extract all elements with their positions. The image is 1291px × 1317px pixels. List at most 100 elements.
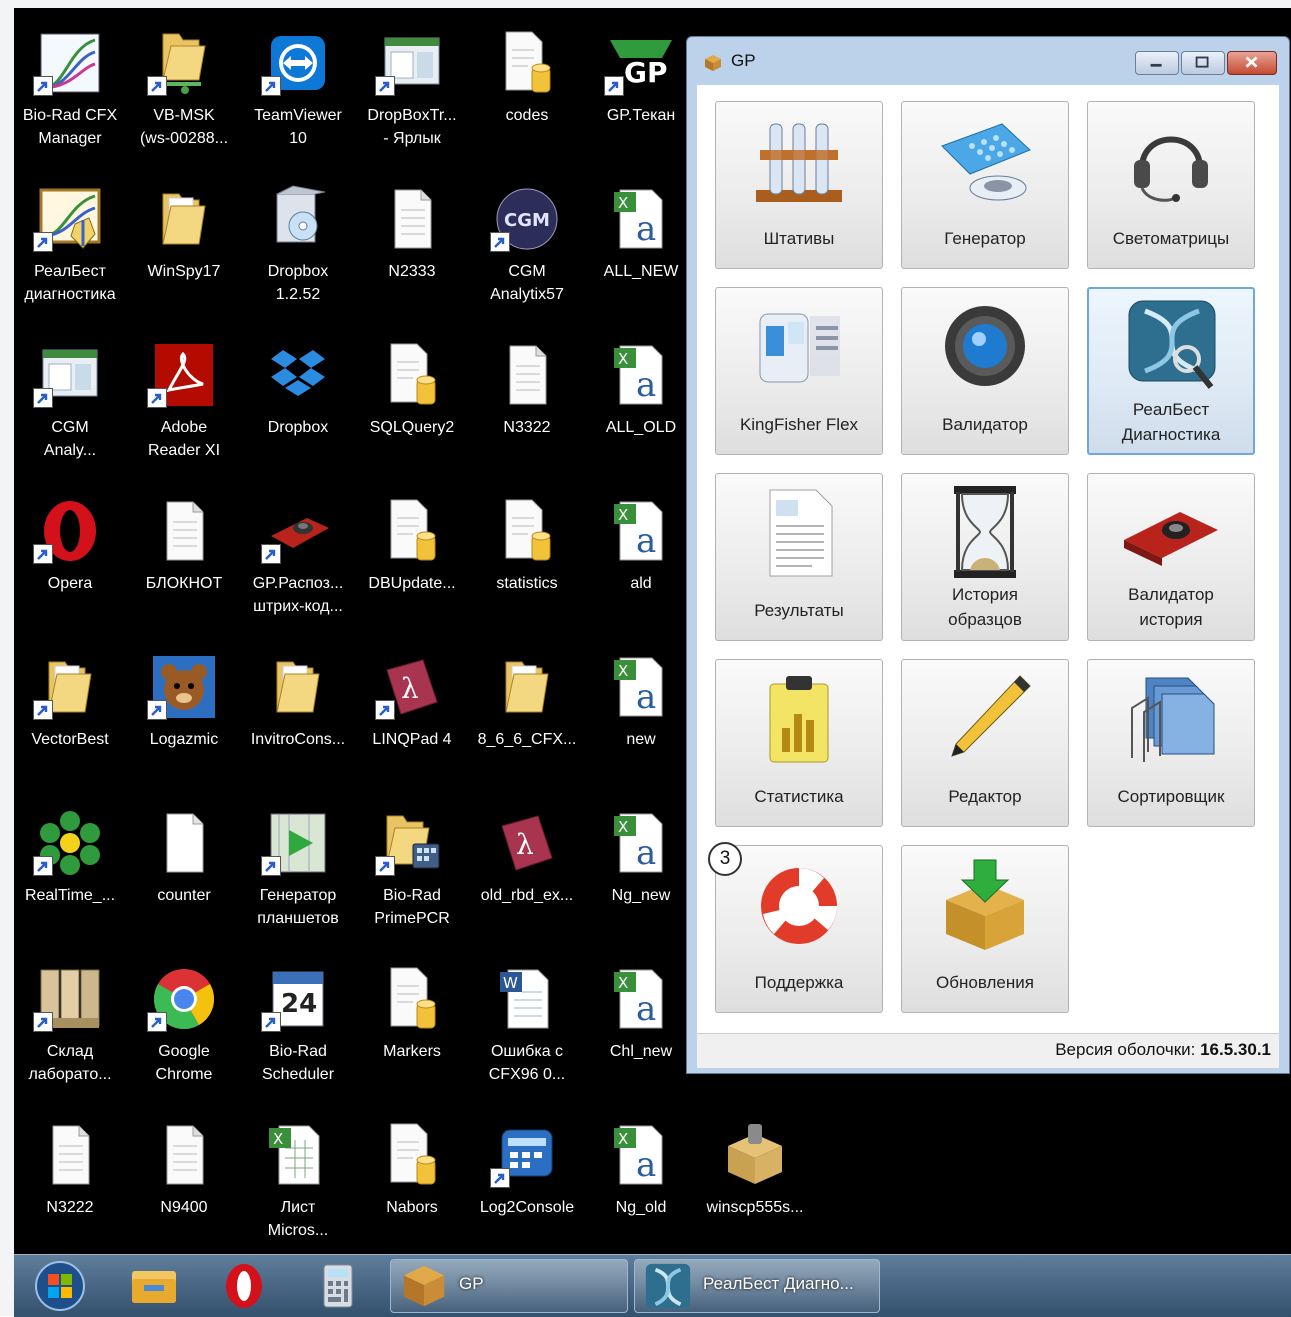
desktop-icon[interactable]: Opera [14,484,127,634]
gp-tile[interactable]: Светоматрицы [1087,101,1255,269]
desktop-icon[interactable]: λ old_rbd_ex... [470,796,584,946]
gp-tile[interactable]: Валидатор [901,287,1069,455]
database-file-icon [377,340,447,410]
desktop-icon[interactable]: SQLQuery2 [355,328,469,478]
desktop-icon[interactable]: WinSpy17 [127,172,241,322]
desktop-icon[interactable]: Xa ald [584,484,698,634]
desktop-icon-label: Nabors [386,1199,438,1216]
desktop-icon[interactable]: N2333 [355,172,469,322]
desktop-icon[interactable]: Google Chrome [127,952,241,1102]
desktop-icon[interactable]: λ LINQPad 4 [355,640,469,790]
database-file-icon [377,1120,447,1190]
taskbar-opera-button[interactable] [212,1259,276,1313]
desktop-icon[interactable]: counter [127,796,241,946]
desktop-icon[interactable]: N9400 [127,1108,241,1254]
gp-tile[interactable]: РеалБест Диагностика [1087,287,1255,455]
desktop-icon[interactable]: VectorBest [14,640,127,790]
gp-titlebar[interactable]: GP [687,37,1289,85]
taskbar-calculator-button[interactable] [306,1259,370,1313]
taskbar-task-gp[interactable]: GP [390,1259,628,1313]
desktop-icon[interactable]: Генератор планшетов [241,796,355,946]
folder-icon [149,184,219,254]
shortcut-arrow-icon [375,700,395,720]
desktop-icon[interactable]: CGM CGM Analytix57 [470,172,584,322]
maximize-button[interactable] [1181,51,1225,75]
gp-tile[interactable]: Редактор [901,659,1069,827]
gp-tile[interactable]: Обновления [901,845,1069,1013]
desktop-icon-label: InvitroCons... [250,731,346,748]
desktop-icon[interactable]: TeamViewer 10 [241,16,355,166]
gp-tile[interactable]: Статистика [715,659,883,827]
desktop-icon[interactable]: statistics [470,484,584,634]
desktop-icon[interactable]: VB-MSK (ws-00288... [127,16,241,166]
svg-text:a: a [636,365,656,405]
gp-tile-label: Светоматрицы [1112,229,1230,248]
shortcut-arrow-icon [147,76,167,96]
svg-text:W: W [503,974,518,992]
desktop-icon[interactable]: Xa ALL_NEW [584,172,698,322]
gp-tile[interactable]: История образцов [901,473,1069,641]
taskbar-task-realbest[interactable]: РеалБест Диагно... [634,1259,880,1313]
desktop-icon[interactable]: БЛОКНОТ [127,484,241,634]
desktop-icon[interactable]: Markers [355,952,469,1102]
desktop-icon[interactable]: GP.Распоз... штрих-код... [241,484,355,634]
minimize-button[interactable] [1135,51,1179,75]
desktop-icon[interactable]: Xa ALL_OLD [584,328,698,478]
close-button[interactable] [1227,51,1277,75]
desktop-icon-label: CGM Analytix57 [490,263,564,303]
desktop-icon[interactable]: 8_6_6_CFX... [470,640,584,790]
calculator-icon [323,1264,353,1308]
desktop-icon[interactable]: Xa Ng_old [584,1108,698,1254]
desktop-icon[interactable]: GP GP.Текан [584,16,698,166]
desktop-icon[interactable]: Xa Ng_new [584,796,698,946]
gp-box-icon [403,1265,445,1307]
desktop-icon[interactable]: N3322 [470,328,584,478]
desktop-icon[interactable]: Bio-Rad PrimePCR [355,796,469,946]
gp-tile-label: Обновления [936,973,1034,992]
desktop-icon-label: Ошибка с CFX96 0... [488,1043,566,1083]
desktop-icon[interactable]: winscp555s... [698,1108,812,1254]
desktop-icon[interactable]: Nabors [355,1108,469,1254]
desktop-icon[interactable]: W Ошибка с CFX96 0... [470,952,584,1102]
desktop-icon[interactable]: X Лист Micros... [241,1108,355,1254]
shortcut-arrow-icon [375,76,395,96]
svg-text:X: X [618,818,628,836]
desktop-icon[interactable]: Log2Console [470,1108,584,1254]
desktop-icon[interactable]: 24 Bio-Rad Scheduler [241,952,355,1102]
shortcut-arrow-icon [261,544,281,564]
gp-tile[interactable]: Валидатор история [1087,473,1255,641]
desktop-icon[interactable]: codes [470,16,584,166]
desktop-icon[interactable]: Склад лаборато... [14,952,127,1102]
desktop-icon[interactable]: Adobe Reader XI [127,328,241,478]
desktop-icon[interactable]: Dropbox 1.2.52 [241,172,355,322]
shell-version-label: Версия оболочки: [1055,1040,1196,1059]
desktop-icon[interactable]: RealTime_... [14,796,127,946]
shortcut-arrow-icon [375,856,395,876]
shell-version: Версия оболочки: 16.5.30.1 [1055,1040,1271,1060]
desktop-icon[interactable]: CGM Analy... [14,328,127,478]
gp-tile[interactable]: Результаты [715,473,883,641]
gp-tile[interactable]: KingFisher Flex [715,287,883,455]
desktop-icon[interactable]: РеалБест диагностика [14,172,127,322]
taskbar-explorer-button[interactable] [122,1259,186,1313]
desktop-icon-label: winscp555s... [706,1199,804,1216]
gp-tile[interactable]: Штативы [715,101,883,269]
desktop-icon[interactable]: Bio-Rad CFX Manager [14,16,127,166]
gp-tile[interactable]: Сортировщик [1087,659,1255,827]
desktop-icon[interactable]: InvitroCons... [241,640,355,790]
desktop-icon[interactable]: DropBoxTr... - Ярлык [355,16,469,166]
desktop-icon[interactable]: Logazmic [127,640,241,790]
svg-text:a: a [636,677,656,717]
desktop-icon[interactable]: Dropbox [241,328,355,478]
racks-icon [746,110,852,210]
desktop-icon[interactable]: N3222 [14,1108,127,1254]
desktop-icon-label: N3222 [46,1199,94,1216]
desktop-icon[interactable]: Xa Chl_new [584,952,698,1102]
gp-tile[interactable]: Генератор [901,101,1069,269]
gp-tile[interactable]: Поддержка 3 [708,842,883,1013]
svg-text:a: a [636,989,656,1029]
desktop-icon[interactable]: Xa new [584,640,698,790]
start-button[interactable] [28,1259,92,1313]
desktop-icon[interactable]: DBUpdate... [355,484,469,634]
dropbox-icon [263,340,333,410]
